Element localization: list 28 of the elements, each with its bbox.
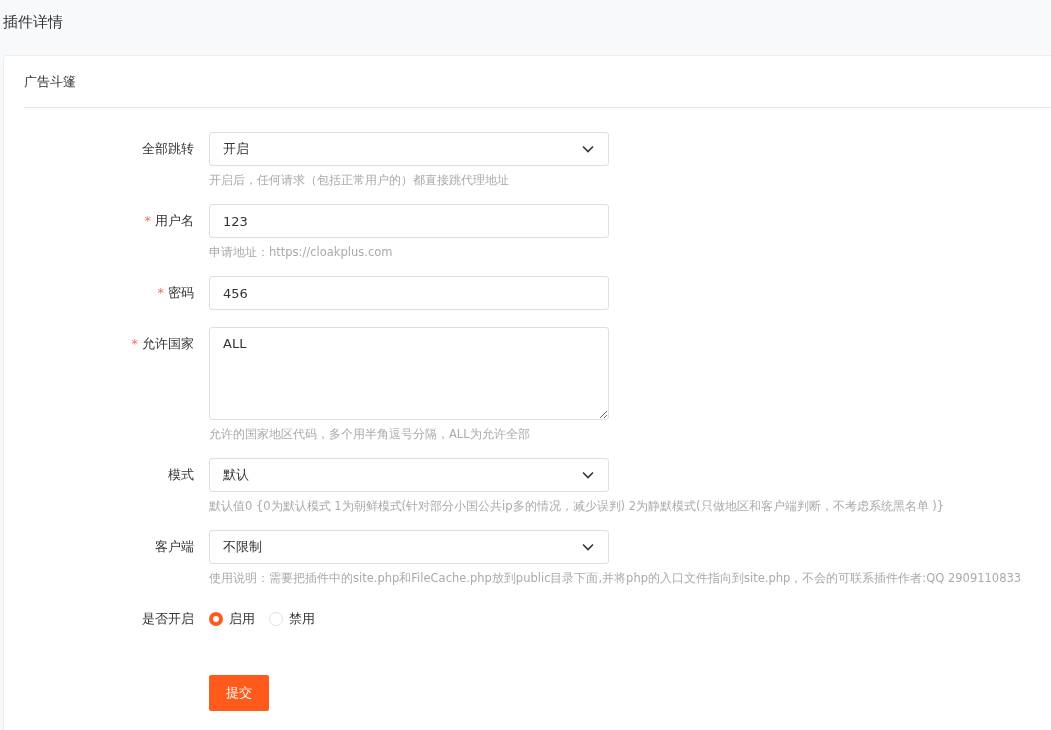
chevron-down-icon — [582, 145, 594, 153]
help-text: 默认值0 {0为默认模式 1为朝鲜模式(针对部分小国公共ip多的情况，减少误判) 2为静默模式(只做地区和客户端判断，不考虑系统黑名单 )} — [209, 498, 945, 515]
textarea-field[interactable]: ALL — [209, 327, 609, 420]
field-label: 密码 — [168, 285, 194, 300]
field-label: 客户端 — [155, 539, 194, 554]
select-field[interactable]: 开启 — [209, 132, 609, 166]
card-title: 广告斗篷 — [24, 72, 76, 91]
field-label: 允许国家 — [142, 336, 194, 351]
field-label: 是否开启 — [142, 611, 194, 626]
required-asterisk: * — [157, 285, 164, 300]
field-label: 用户名 — [155, 213, 194, 228]
select-field[interactable]: 默认 — [209, 458, 609, 492]
help-text: 申请地址：https://cloakplus.com — [209, 244, 394, 261]
chevron-down-icon — [582, 543, 594, 551]
input-field[interactable]: 123 — [209, 204, 609, 238]
field-label: 模式 — [168, 467, 194, 482]
select-field[interactable]: 不限制 — [209, 530, 609, 564]
field-label: 全部跳转 — [142, 141, 194, 156]
required-asterisk: * — [131, 336, 138, 351]
radio-option[interactable]: 启用 — [209, 610, 255, 628]
help-text: 允许的国家地区代码，多个用半角逗号分隔，ALL为允许全部 — [209, 426, 531, 443]
help-text: 使用说明：需要把插件中的site.php和FileCache.php放到public目录下面,并将php的入口文件指向到site.php，不会的可联系插件作者:QQ 2909110833 — [209, 570, 1023, 587]
radio-option[interactable]: 禁用 — [269, 610, 315, 628]
chevron-down-icon — [582, 471, 594, 479]
required-asterisk: * — [144, 213, 151, 228]
help-text: 开启后，任何请求（包括正常用户的）都直接跳代理地址 — [209, 172, 510, 189]
input-field[interactable]: 456 — [209, 276, 609, 310]
page-title: 插件详情 — [3, 13, 63, 32]
